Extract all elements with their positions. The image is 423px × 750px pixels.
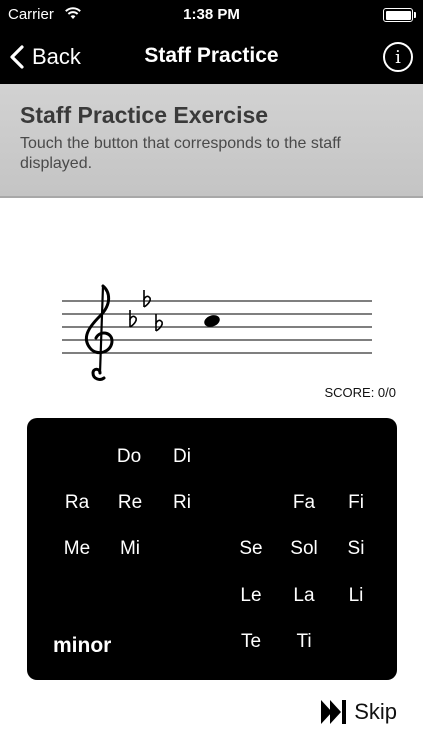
syllable-button-ti[interactable]: Ti xyxy=(296,631,311,653)
back-label: Back xyxy=(32,44,81,69)
syllable-button-ra[interactable]: Ra xyxy=(65,492,89,514)
skip-forward-icon xyxy=(321,700,347,724)
key-signature-flats xyxy=(129,290,163,332)
chevron-left-icon xyxy=(10,45,24,69)
syllable-button-la[interactable]: La xyxy=(293,585,314,607)
solfege-button-panel: Do Di Ra Re Ri Fa Fi Me Mi Se Sol Si Le … xyxy=(27,418,397,680)
syllable-button-se[interactable]: Se xyxy=(239,538,262,560)
navigation-bar: Back Staff Practice i xyxy=(0,30,423,84)
syllable-button-te[interactable]: Te xyxy=(241,631,261,653)
syllable-button-si[interactable]: Si xyxy=(348,538,365,560)
exercise-instructions: Touch the button that corresponds to the… xyxy=(20,135,341,172)
syllable-button-mi[interactable]: Mi xyxy=(120,538,140,560)
skip-button[interactable]: Skip xyxy=(320,698,397,726)
skip-label: Skip xyxy=(354,699,397,724)
syllable-button-di[interactable]: Di xyxy=(173,446,191,468)
syllable-button-do[interactable]: Do xyxy=(117,446,141,468)
syllable-button-re[interactable]: Re xyxy=(118,492,142,514)
app-screen: Carrier 1:38 PM Back Staff Practice i St… xyxy=(0,0,423,750)
battery-tip xyxy=(413,12,416,18)
battery-icon xyxy=(383,8,413,22)
minor-toggle-button[interactable]: minor xyxy=(53,634,111,658)
syllable-button-me[interactable]: Me xyxy=(64,538,90,560)
syllable-button-ri[interactable]: Ri xyxy=(173,492,191,514)
score-label: SCORE: 0/0 xyxy=(324,385,396,400)
syllable-button-le[interactable]: Le xyxy=(240,585,261,607)
status-bar: Carrier 1:38 PM xyxy=(0,0,423,30)
syllable-button-li[interactable]: Li xyxy=(349,585,364,607)
info-icon: i xyxy=(395,46,401,68)
exercise-header: Staff Practice Exercise Touch the button… xyxy=(0,84,423,198)
syllable-button-fi[interactable]: Fi xyxy=(348,492,364,514)
syllable-button-fa[interactable]: Fa xyxy=(293,492,315,514)
syllable-button-sol[interactable]: Sol xyxy=(290,538,317,560)
treble-clef-icon xyxy=(84,284,114,381)
back-button[interactable]: Back xyxy=(10,42,81,72)
music-staff xyxy=(62,284,372,381)
staff-lines xyxy=(62,300,372,354)
info-button[interactable]: i xyxy=(383,42,413,72)
exercise-title: Staff Practice Exercise xyxy=(20,102,269,128)
clock: 1:38 PM xyxy=(183,6,240,23)
